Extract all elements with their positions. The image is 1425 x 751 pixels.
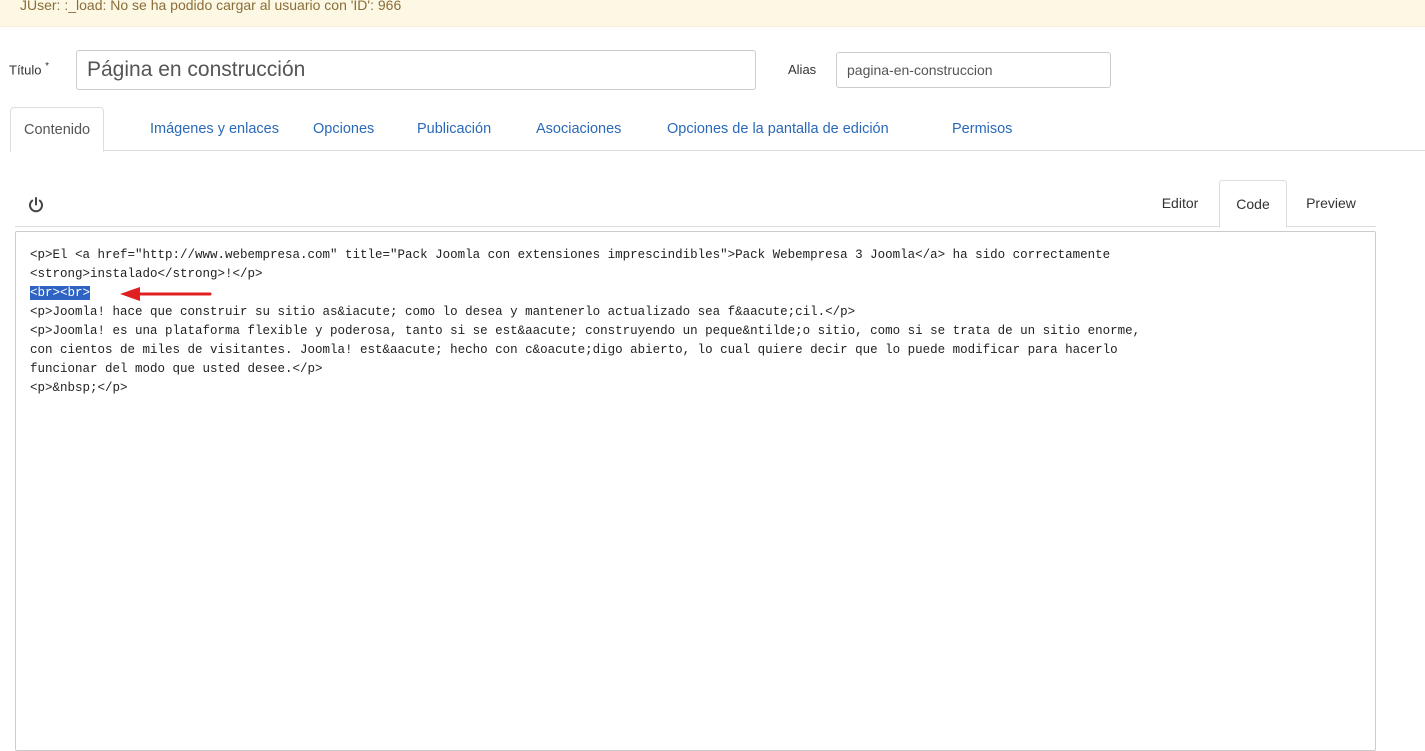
- editor-mode-editor[interactable]: Editor: [1147, 180, 1213, 227]
- tab-imagenes-y-enlaces[interactable]: Imágenes y enlaces: [137, 107, 292, 151]
- code-line-8: <p>&nbsp;</p>: [30, 381, 128, 395]
- code-line-7: funcionar del modo que usted desee.</p>: [30, 362, 323, 376]
- power-icon[interactable]: [27, 196, 45, 214]
- code-line-1: <p>El <a href="http://www.webempresa.com…: [30, 248, 1111, 262]
- editor-mode-code[interactable]: Code: [1219, 180, 1287, 228]
- code-line-3: <br><br>: [30, 284, 91, 303]
- warning-alert: JUser: :_load: No se ha podido cargar al…: [0, 0, 1425, 27]
- tab-permisos[interactable]: Permisos: [939, 107, 1025, 151]
- editor-mode-preview[interactable]: Preview: [1293, 180, 1369, 227]
- alias-label: Alias: [788, 62, 817, 77]
- required-mark: *: [45, 61, 50, 72]
- warning-message: JUser: :_load: No se ha podido cargar al…: [20, 0, 402, 13]
- title-input[interactable]: Página en construcción: [76, 50, 756, 90]
- tab-opciones[interactable]: Opciones: [300, 107, 387, 151]
- tab-publicacion[interactable]: Publicación: [404, 107, 504, 151]
- selected-code: <br><br>: [30, 286, 91, 300]
- code-line-6: con cientos de miles de visitantes. Joom…: [30, 343, 1118, 357]
- editor-mode-tabs: Editor Code Preview: [15, 180, 1376, 228]
- tab-opciones-pantalla-edicion[interactable]: Opciones de la pantalla de edición: [654, 107, 902, 151]
- article-tabs: Contenido Imágenes y enlaces Opciones Pu…: [10, 107, 1425, 152]
- code-line-2: <strong>instalado</strong>!</p>: [30, 267, 263, 281]
- code-line-5: <p>Joomla! es una plataforma flexible y …: [30, 324, 1141, 338]
- alias-input[interactable]: pagina-en-construccion: [836, 52, 1111, 88]
- tab-asociaciones[interactable]: Asociaciones: [523, 107, 634, 151]
- tab-contenido[interactable]: Contenido: [10, 107, 105, 152]
- code-line-4: <p>Joomla! hace que construir su sitio a…: [30, 305, 856, 319]
- title-label: Título *: [9, 61, 50, 78]
- red-arrow-annotation-icon: [120, 287, 212, 301]
- code-editor[interactable]: <p>El <a href="http://www.webempresa.com…: [15, 231, 1376, 751]
